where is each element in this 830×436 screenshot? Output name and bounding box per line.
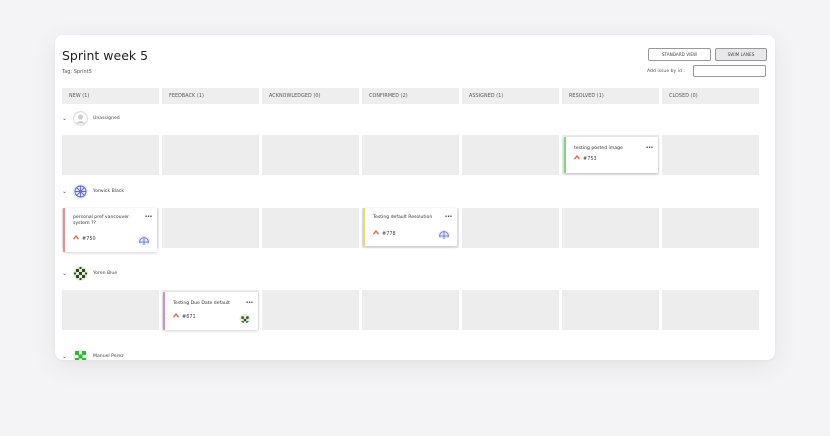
- board-tag: Tag: Sprint5: [62, 69, 92, 75]
- lane-name: Manuel Perez: [93, 353, 124, 359]
- green-pattern-avatar-icon: [73, 348, 88, 360]
- lane-header-yoren-blue[interactable]: ⌄ Yoren Blue: [62, 265, 117, 281]
- more-options-icon[interactable]: •••: [445, 214, 453, 220]
- lane-name: Unassigned: [93, 115, 120, 121]
- add-issue-input[interactable]: [693, 65, 766, 77]
- issue-id: #778: [382, 231, 396, 237]
- lane-cell: [62, 135, 159, 175]
- lane-cell: [162, 208, 259, 248]
- lane-cell: [562, 290, 659, 330]
- column-header-resolved: RESOLVED (1): [562, 88, 659, 104]
- lane-cell: [662, 208, 759, 248]
- lane-header-yorwick-black[interactable]: ⌄ Yorwick Black: [62, 183, 124, 199]
- assignee-avatar-icon: [239, 311, 251, 323]
- issue-id: #671: [182, 314, 196, 320]
- lane-name: Yorwick Black: [93, 188, 125, 194]
- lane-cell: [262, 208, 359, 248]
- lane-cell: [262, 290, 359, 330]
- issue-card-750[interactable]: personal pref vancouver. system ?? ••• #…: [63, 208, 157, 252]
- high-priority-icon: [72, 234, 80, 242]
- dark-green-pattern-avatar-icon: [73, 265, 88, 281]
- column-header-new: NEW (1): [62, 88, 159, 104]
- blue-pattern-avatar-icon: [73, 183, 88, 199]
- column-header-acknowledged: ACKNOWLEDGED (0): [262, 88, 359, 104]
- lane-cell: [62, 290, 159, 330]
- issue-card-778[interactable]: Testing default Resolution ••• #778: [363, 208, 457, 246]
- add-issue-label: Add issue by id :: [647, 69, 685, 74]
- chevron-down-icon[interactable]: ⌄: [62, 115, 70, 122]
- column-header-assigned: ASSIGNED (1): [462, 88, 559, 104]
- issue-title: testing posted image: [574, 146, 623, 151]
- lane-cell: [662, 135, 759, 175]
- assignee-avatar-icon: [438, 227, 450, 239]
- high-priority-icon: [172, 312, 180, 320]
- issue-title: personal pref vancouver. system ??: [73, 215, 131, 226]
- lane-header-unassigned[interactable]: ⌄ Unassigned: [62, 110, 120, 126]
- lane-cell: [462, 208, 559, 248]
- issue-id: #750: [82, 236, 96, 242]
- chevron-down-icon[interactable]: ⌄: [62, 188, 70, 195]
- standard-view-button[interactable]: STANDARD VIEW: [648, 48, 711, 61]
- lane-cell: [262, 135, 359, 175]
- default-user-icon: [73, 110, 88, 126]
- page-title: Sprint week 5: [62, 48, 149, 63]
- column-header-closed: CLOSED (0): [662, 88, 759, 104]
- board-container: Sprint week 5 Tag: Sprint5 STANDARD VIEW…: [55, 35, 775, 360]
- lane-cell: [462, 290, 559, 330]
- high-priority-icon: [372, 229, 380, 237]
- more-options-icon[interactable]: •••: [145, 214, 153, 220]
- more-options-icon[interactable]: •••: [246, 300, 254, 306]
- issue-card-753[interactable]: testing posted image ••• #753: [564, 137, 658, 173]
- issue-title: Testing Due Date default: [173, 301, 230, 306]
- lane-cell: [662, 290, 759, 330]
- lane-name: Yoren Blue: [93, 270, 118, 276]
- issue-card-671[interactable]: Testing Due Date default ••• #671: [163, 292, 258, 330]
- lane-header-manuel-perez[interactable]: ⌄ Manuel Perez: [62, 348, 124, 360]
- issue-id: #753: [583, 156, 597, 162]
- chevron-down-icon[interactable]: ⌄: [62, 353, 70, 360]
- assignee-avatar-icon: [138, 233, 150, 245]
- chevron-down-icon[interactable]: ⌄: [62, 270, 70, 277]
- lane-cell: [462, 135, 559, 175]
- lane-cell: [362, 290, 459, 330]
- lane-cell: [362, 135, 459, 175]
- issue-title: Testing default Resolution: [373, 215, 433, 220]
- lane-cell: [162, 135, 259, 175]
- high-priority-icon: [573, 154, 581, 162]
- column-header-confirmed: CONFIRMED (2): [362, 88, 459, 104]
- lane-cell: [562, 208, 659, 248]
- column-header-feedback: FEEDBACK (1): [162, 88, 259, 104]
- swim-lanes-button[interactable]: SWIM LANES: [715, 48, 767, 61]
- more-options-icon[interactable]: •••: [646, 145, 654, 151]
